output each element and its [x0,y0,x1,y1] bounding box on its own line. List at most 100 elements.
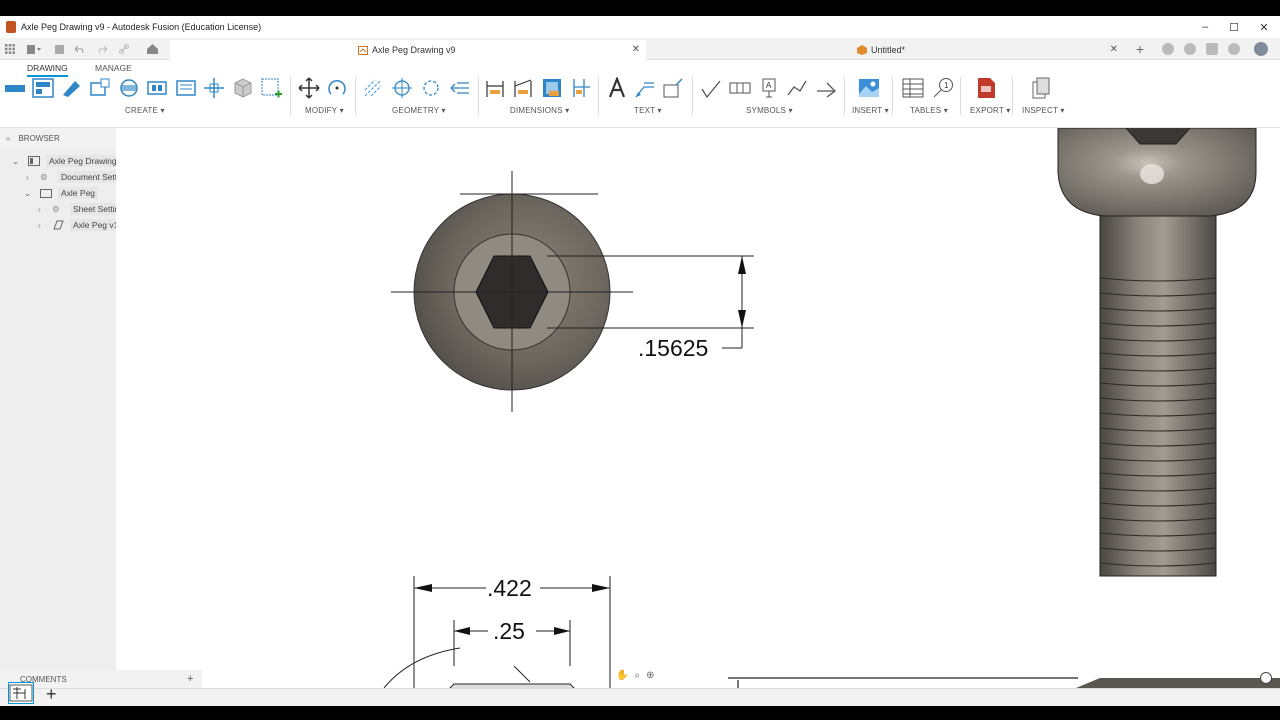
drawing-sheet: .15625 .422 .25 [383,128,1280,688]
welding-symbol-icon[interactable] [786,77,808,99]
expand-chevron-icon[interactable]: ⌄ [24,188,34,199]
extensions-icon[interactable] [1162,43,1174,55]
new-tab-icon[interactable]: + [1134,41,1146,57]
move-icon[interactable] [298,77,320,99]
group-modify[interactable]: MODIFY ▾ [305,106,344,115]
browser-node-sheet[interactable]: ⌄ Axle Peg [24,186,99,200]
fusion-app-icon [6,21,16,33]
break-out-icon[interactable] [146,77,168,99]
title-bar: Axle Peg Drawing v9 - Autodesk Fusion (E… [0,16,1280,38]
data-panel-icon[interactable] [4,42,16,56]
projected-view-icon[interactable] [32,77,54,99]
minimize-button[interactable]: – [1190,16,1220,38]
undo-icon[interactable] [74,42,86,56]
centerline-geometry-icon[interactable] [362,77,384,99]
group-symbols[interactable]: SYMBOLS ▾ [746,106,793,115]
group-create[interactable]: CREATE ▾ [125,106,165,115]
separator [478,77,479,115]
text-icon[interactable] [606,77,628,99]
user-avatar[interactable] [1254,42,1268,56]
add-comment-button[interactable]: + [187,673,193,685]
group-dimensions[interactable]: DIMENSIONS ▾ [510,106,569,115]
datum-identifier-icon[interactable]: A [758,77,780,99]
zoom-icon[interactable]: ⌕ [634,670,640,681]
sheet-thumbnail-tab[interactable] [8,682,34,704]
sketch-add-icon[interactable] [260,77,282,99]
dimension-icon[interactable] [484,77,506,99]
help-icon[interactable] [1228,43,1240,55]
collapse-arrows-icon[interactable]: « [6,134,10,143]
view-icon [53,220,64,230]
sheet-bar [0,688,1280,706]
job-status-icon[interactable] [1184,43,1196,55]
rotate-icon[interactable] [326,77,348,99]
surface-texture-icon[interactable] [700,77,722,99]
inspect-icon[interactable] [1030,77,1052,99]
chain-dimension-icon[interactable] [570,77,592,99]
add-sheet-button[interactable]: + [46,684,57,705]
expand-chevron-icon[interactable]: › [38,204,48,214]
viewcube-toggle-icon[interactable] [1260,672,1272,684]
edge-symbol-icon[interactable] [815,77,837,99]
feature-control-frame-icon[interactable] [729,77,751,99]
save-icon[interactable] [54,42,64,56]
close-button[interactable]: ✕ [1249,16,1279,38]
maximize-button[interactable]: ☐ [1219,16,1249,38]
pan-icon[interactable]: ✋ [616,670,628,681]
baseline-dimension-icon[interactable] [541,77,563,99]
svg-text:A: A [766,81,772,90]
edge-extension-icon[interactable] [449,77,471,99]
separator [598,77,599,115]
dimension-depth-text[interactable]: .15625 [638,335,708,361]
close-tab-icon[interactable]: ✕ [632,44,640,55]
design-doc-icon [857,45,867,55]
table-icon[interactable] [902,77,924,99]
close-tab-icon[interactable]: ✕ [1110,44,1118,55]
export-pdf-icon[interactable] [975,77,997,99]
detail-view-icon[interactable] [89,77,111,99]
redo-icon[interactable] [96,42,108,56]
top-view[interactable] [391,171,633,412]
3d-model-icon[interactable] [232,77,254,99]
note-icon[interactable] [662,77,684,99]
home-icon[interactable] [146,42,158,56]
group-inspect[interactable]: INSPECT ▾ [1022,106,1065,115]
balloon-icon[interactable]: 1 [932,77,954,99]
dimension-inner-width-text[interactable]: .25 [493,618,525,644]
centerline-icon[interactable] [203,77,225,99]
expand-chevron-icon[interactable]: › [26,172,36,182]
arrange-views-icon[interactable] [175,77,197,99]
group-tables[interactable]: TABLES ▾ [910,106,948,115]
expand-chevron-icon[interactable]: ⌄ [12,156,22,167]
link-icon[interactable] [118,42,130,56]
insert-image-icon[interactable] [858,77,880,99]
group-text[interactable]: TEXT ▾ [634,106,662,115]
tab-untitled[interactable]: Untitled* ✕ [652,40,1124,60]
tab-manage[interactable]: MANAGE [95,63,132,73]
separator [355,77,356,115]
drawing-canvas[interactable]: .15625 .422 .25 [116,128,1280,688]
leader-icon[interactable] [634,77,656,99]
dimension-inner-width[interactable]: .25 [453,618,571,666]
expand-chevron-icon[interactable]: › [38,220,48,230]
group-geometry[interactable]: GEOMETRY ▾ [392,106,446,115]
separator [692,77,693,115]
tab-axle-peg-drawing[interactable]: Axle Peg Drawing v9 ✕ [170,40,646,60]
group-export[interactable]: EXPORT ▾ [970,106,1010,115]
zoom-window-icon[interactable]: ⊕ [646,670,654,681]
break-view-icon[interactable] [118,77,140,99]
separator [844,77,845,115]
section-view-icon[interactable] [60,77,82,99]
ordinate-dimension-icon[interactable] [512,77,534,99]
tab-drawing[interactable]: DRAWING [27,63,68,77]
center-mark-pattern-icon[interactable] [420,77,442,99]
file-icon[interactable] [26,42,42,56]
base-view-icon[interactable] [4,77,26,99]
center-mark-icon[interactable] [391,77,413,99]
group-insert[interactable]: INSERT ▾ [852,106,889,115]
browser-node-root[interactable]: ⌄ Axle Peg Drawing v9 [12,154,131,168]
ribbon-toolbar: DRAWING MANAGE CREATE ▾ MODIFY ▾ GEOMETR… [0,60,1280,128]
document-tab-bar: Axle Peg Drawing v9 ✕ Untitled* ✕ + [0,38,1280,60]
bell-icon[interactable] [1206,43,1218,55]
dimension-outer-width-text[interactable]: .422 [487,575,532,601]
